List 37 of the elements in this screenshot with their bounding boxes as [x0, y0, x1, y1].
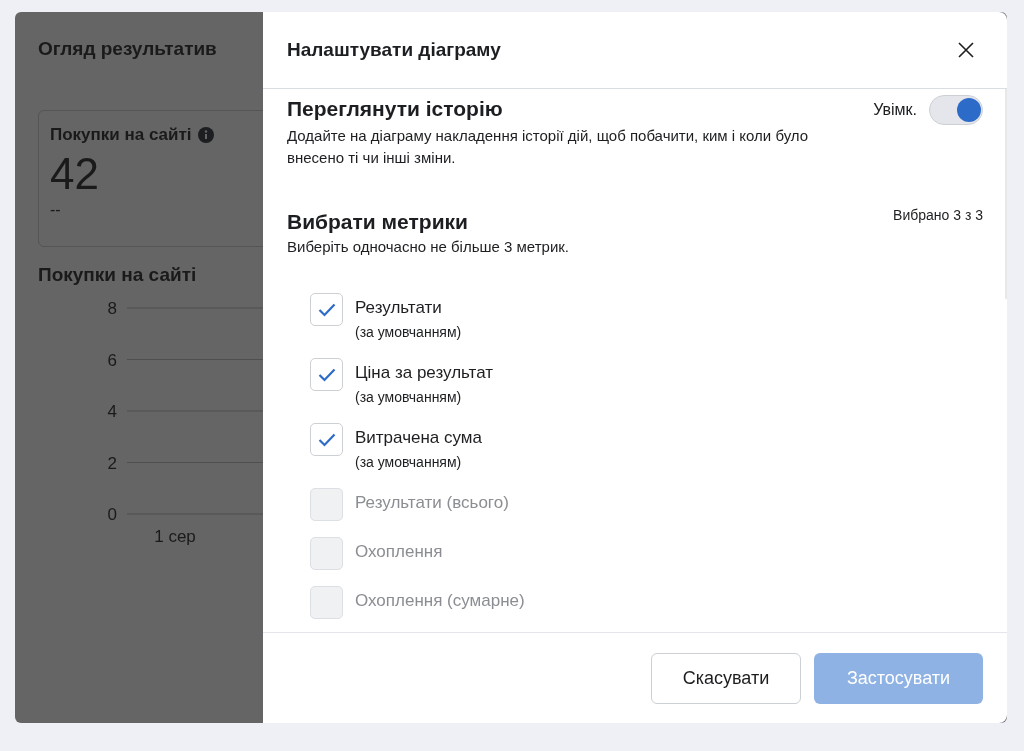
axis-tick-label: 1 сер — [154, 527, 196, 546]
check-icon — [317, 432, 336, 447]
selection-count: Вибрано 3 з 3 — [893, 207, 983, 223]
metric-option-label: Охоплення (сумарне) — [355, 591, 525, 611]
info-icon — [197, 127, 214, 143]
metric-option-label: Результати — [355, 298, 443, 318]
toggle-label: Увімк. — [873, 101, 917, 119]
axis-tick-label: 8 — [107, 299, 117, 318]
metric-option-label: Охоплення — [355, 542, 443, 562]
check-icon — [317, 367, 336, 382]
toggle-switch[interactable] — [929, 95, 983, 125]
metric-option-label: Витрачена сума — [355, 428, 482, 448]
section-title: Переглянути історію — [287, 96, 504, 122]
checkbox[interactable] — [310, 293, 343, 326]
metric-option-note: (за умовчанням) — [355, 323, 462, 342]
close-icon — [958, 42, 974, 58]
axis-tick-label: 6 — [107, 350, 117, 370]
metric-option-label: Результати (всього) — [355, 493, 509, 513]
section-description: Додайте на діаграму накладення історії дій, щоб побачити, ким і коли було внесено ті чи інші зміни. — [287, 126, 810, 168]
chart-title: Покупки на сайті — [38, 264, 198, 286]
metric-option-label: Ціна за результат — [355, 363, 494, 383]
section-title: Вибрати метрики — [287, 209, 468, 235]
checkbox[interactable] — [310, 423, 343, 456]
checkbox[interactable] — [310, 358, 343, 391]
metric-label: Покупки на сайті — [50, 125, 192, 145]
axis-tick-label: 0 — [107, 505, 117, 524]
metric-option-note: (за умовчанням) — [355, 453, 463, 472]
metric-option-note: (за умовчанням) — [355, 388, 463, 407]
page-title: Огляд результатив — [38, 38, 218, 60]
axis-tick-label: 4 — [107, 402, 117, 421]
cancel-button[interactable]: Скасувати — [651, 652, 801, 704]
section-description: Виберіть одночасно не більше 3 метрик. — [287, 238, 570, 255]
metric-value: 42 — [50, 149, 100, 199]
metric-change: -- — [50, 201, 62, 219]
axis-tick-label: 2 — [107, 453, 117, 473]
dialog-title: Налаштувати діаграму — [287, 39, 501, 61]
check-icon — [317, 302, 336, 317]
